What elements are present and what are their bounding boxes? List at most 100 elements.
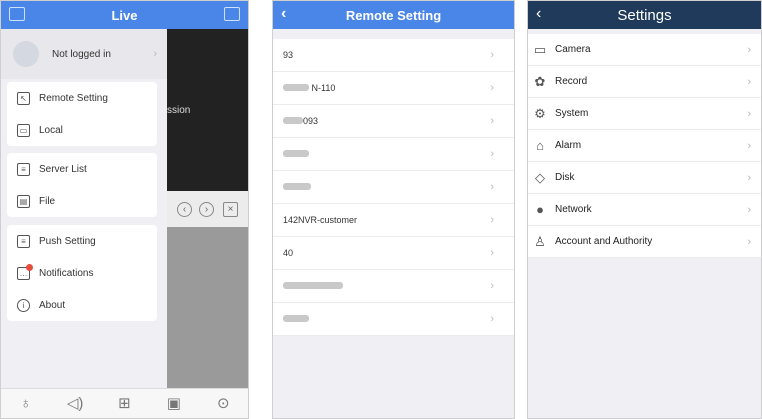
chevron-right-icon: ›: [490, 115, 494, 127]
settings-item-system[interactable]: ⚙ System ›: [528, 98, 761, 130]
settings-item-network[interactable]: ● Network ›: [528, 194, 761, 226]
menu-item-local[interactable]: ▭ Local: [7, 114, 157, 146]
notification-badge: [26, 263, 33, 271]
device-row[interactable]: ›: [273, 138, 514, 171]
device-row[interactable]: 93 ›: [273, 39, 514, 72]
system-gear-icon: ⚙: [534, 105, 546, 121]
device-row[interactable]: 093 ›: [273, 105, 514, 138]
settings-top-bar: ‹ Settings: [528, 1, 761, 29]
menu-label: Local: [39, 124, 63, 136]
remote-setting-screen: ‹ Remote Setting 93 › N-110 › 093 › › › 142…: [272, 0, 515, 419]
side-drawer: Not logged in › ↖ Remote Setting ▭ Local…: [1, 29, 167, 388]
menu-label: File: [39, 195, 56, 207]
settings-item-disk[interactable]: ◇ Disk ›: [528, 162, 761, 194]
remote-body: 93 › N-110 › 093 › › › 142NVR-customer › 40 ›…: [273, 29, 514, 418]
menu-label: About: [39, 299, 66, 311]
about-icon: i: [17, 298, 30, 312]
menu-item-about[interactable]: i About: [7, 289, 157, 321]
device-row[interactable]: ›: [273, 303, 514, 336]
menu-label: Push Setting: [39, 235, 96, 247]
chevron-right-icon: ›: [490, 181, 494, 193]
grid-layout-icon[interactable]: ⊞: [115, 395, 133, 413]
chevron-right-icon: ›: [747, 139, 751, 152]
live-top-bar: Live: [1, 1, 248, 29]
avatar: [13, 41, 39, 67]
menu-item-file[interactable]: ▤ File: [7, 185, 157, 217]
network-globe-icon: ●: [536, 201, 544, 217]
account-icon: ♙: [534, 233, 546, 249]
menu-label: Remote Setting: [39, 92, 108, 104]
chevron-right-icon: ›: [490, 49, 494, 61]
close-icon[interactable]: ×: [223, 202, 238, 217]
redacted-text: [283, 117, 303, 124]
redacted-text: [283, 315, 309, 322]
settings-title: Settings: [617, 6, 672, 24]
remote-top-bar: ‹ Remote Setting: [273, 1, 514, 29]
chevron-right-icon: ›: [747, 171, 751, 184]
menu-item-remote-setting[interactable]: ↖ Remote Setting: [7, 82, 157, 114]
chevron-right-icon: ›: [747, 43, 751, 56]
back-icon[interactable]: ‹: [536, 5, 541, 23]
settings-list: ▭ Camera › ✿ Record › ⚙ System › ⌂ Alarm…: [528, 34, 761, 258]
live-bottom-toolbar: ♁ ◁) ⊞ ▣ ⊙: [1, 388, 248, 418]
menu-item-push-setting[interactable]: ≡ Push Setting: [7, 225, 157, 257]
redacted-text: [283, 183, 311, 190]
device-list: 93 › N-110 › 093 › › › 142NVR-customer › 40 ›…: [273, 39, 514, 336]
device-row[interactable]: ›: [273, 270, 514, 303]
menu-item-server-list[interactable]: ≡ Server List: [7, 153, 157, 185]
device-row[interactable]: 142NVR-customer ›: [273, 204, 514, 237]
menu-group-2: ≡ Server List ▤ File: [7, 153, 157, 217]
menu-group-1: ↖ Remote Setting ▭ Local: [7, 82, 157, 146]
profile-label: Not logged in: [52, 48, 111, 60]
file-icon: ▤: [17, 194, 30, 208]
settings-screen: ‹ Settings ▭ Camera › ✿ Record › ⚙ Syste…: [527, 0, 762, 419]
redacted-text: [283, 150, 309, 157]
back-icon[interactable]: ‹: [281, 5, 286, 23]
more-icon[interactable]: ⊙: [214, 395, 232, 413]
alarm-bell-icon: ⌂: [536, 137, 544, 153]
settings-item-account-and-authority[interactable]: ♙ Account and Authority ›: [528, 226, 761, 258]
menu-label: Notifications: [39, 267, 94, 279]
settings-body: ▭ Camera › ✿ Record › ⚙ System › ⌂ Alarm…: [528, 29, 761, 418]
push-setting-icon: ≡: [17, 234, 30, 248]
record-icon: ✿: [534, 73, 546, 89]
chevron-right-icon: ›: [747, 203, 751, 216]
server-list-icon: ≡: [17, 162, 30, 176]
device-row[interactable]: ›: [273, 171, 514, 204]
menu-item-notifications[interactable]: … Notifications: [7, 257, 157, 289]
local-icon: ▭: [17, 123, 30, 137]
live-grid-icon[interactable]: [9, 7, 25, 21]
chevron-right-icon: ›: [490, 214, 494, 226]
chevron-right-icon: ›: [490, 148, 494, 160]
settings-item-record[interactable]: ✿ Record ›: [528, 66, 761, 98]
chevron-right-icon: ›: [490, 280, 494, 292]
live-title: Live: [111, 7, 138, 23]
profile-row[interactable]: Not logged in ›: [1, 29, 167, 79]
next-icon[interactable]: ›: [199, 202, 214, 217]
video-overlay-text: ssion: [167, 105, 191, 116]
chevron-right-icon: ›: [747, 107, 751, 120]
device-row[interactable]: 40 ›: [273, 237, 514, 270]
redacted-text: [283, 282, 343, 289]
device-row[interactable]: N-110 ›: [273, 72, 514, 105]
notifications-icon: …: [17, 263, 33, 280]
disk-icon: ◇: [535, 169, 545, 185]
live-menu-icon[interactable]: [224, 7, 240, 21]
settings-item-camera[interactable]: ▭ Camera ›: [528, 34, 761, 66]
menu-label: Server List: [39, 163, 87, 175]
microphone-icon[interactable]: ♁: [17, 395, 35, 413]
chevron-right-icon: ›: [747, 235, 751, 248]
chevron-right-icon: ›: [490, 82, 494, 94]
speaker-icon[interactable]: ◁): [66, 395, 84, 413]
chevron-right-icon: ›: [490, 313, 494, 325]
previous-icon[interactable]: ‹: [177, 202, 192, 217]
remote-setting-icon: ↖: [17, 91, 30, 105]
live-screen: Live ssion ‹ › × Not logged in › ↖ Remot…: [0, 0, 249, 419]
playback-icon[interactable]: ▣: [165, 395, 183, 413]
chevron-right-icon: ›: [747, 75, 751, 88]
settings-item-alarm[interactable]: ⌂ Alarm ›: [528, 130, 761, 162]
camera-icon: ▭: [533, 41, 547, 57]
remote-title: Remote Setting: [345, 7, 442, 23]
menu-group-3: ≡ Push Setting … Notifications i About: [7, 225, 157, 321]
chevron-right-icon: ›: [490, 247, 494, 259]
